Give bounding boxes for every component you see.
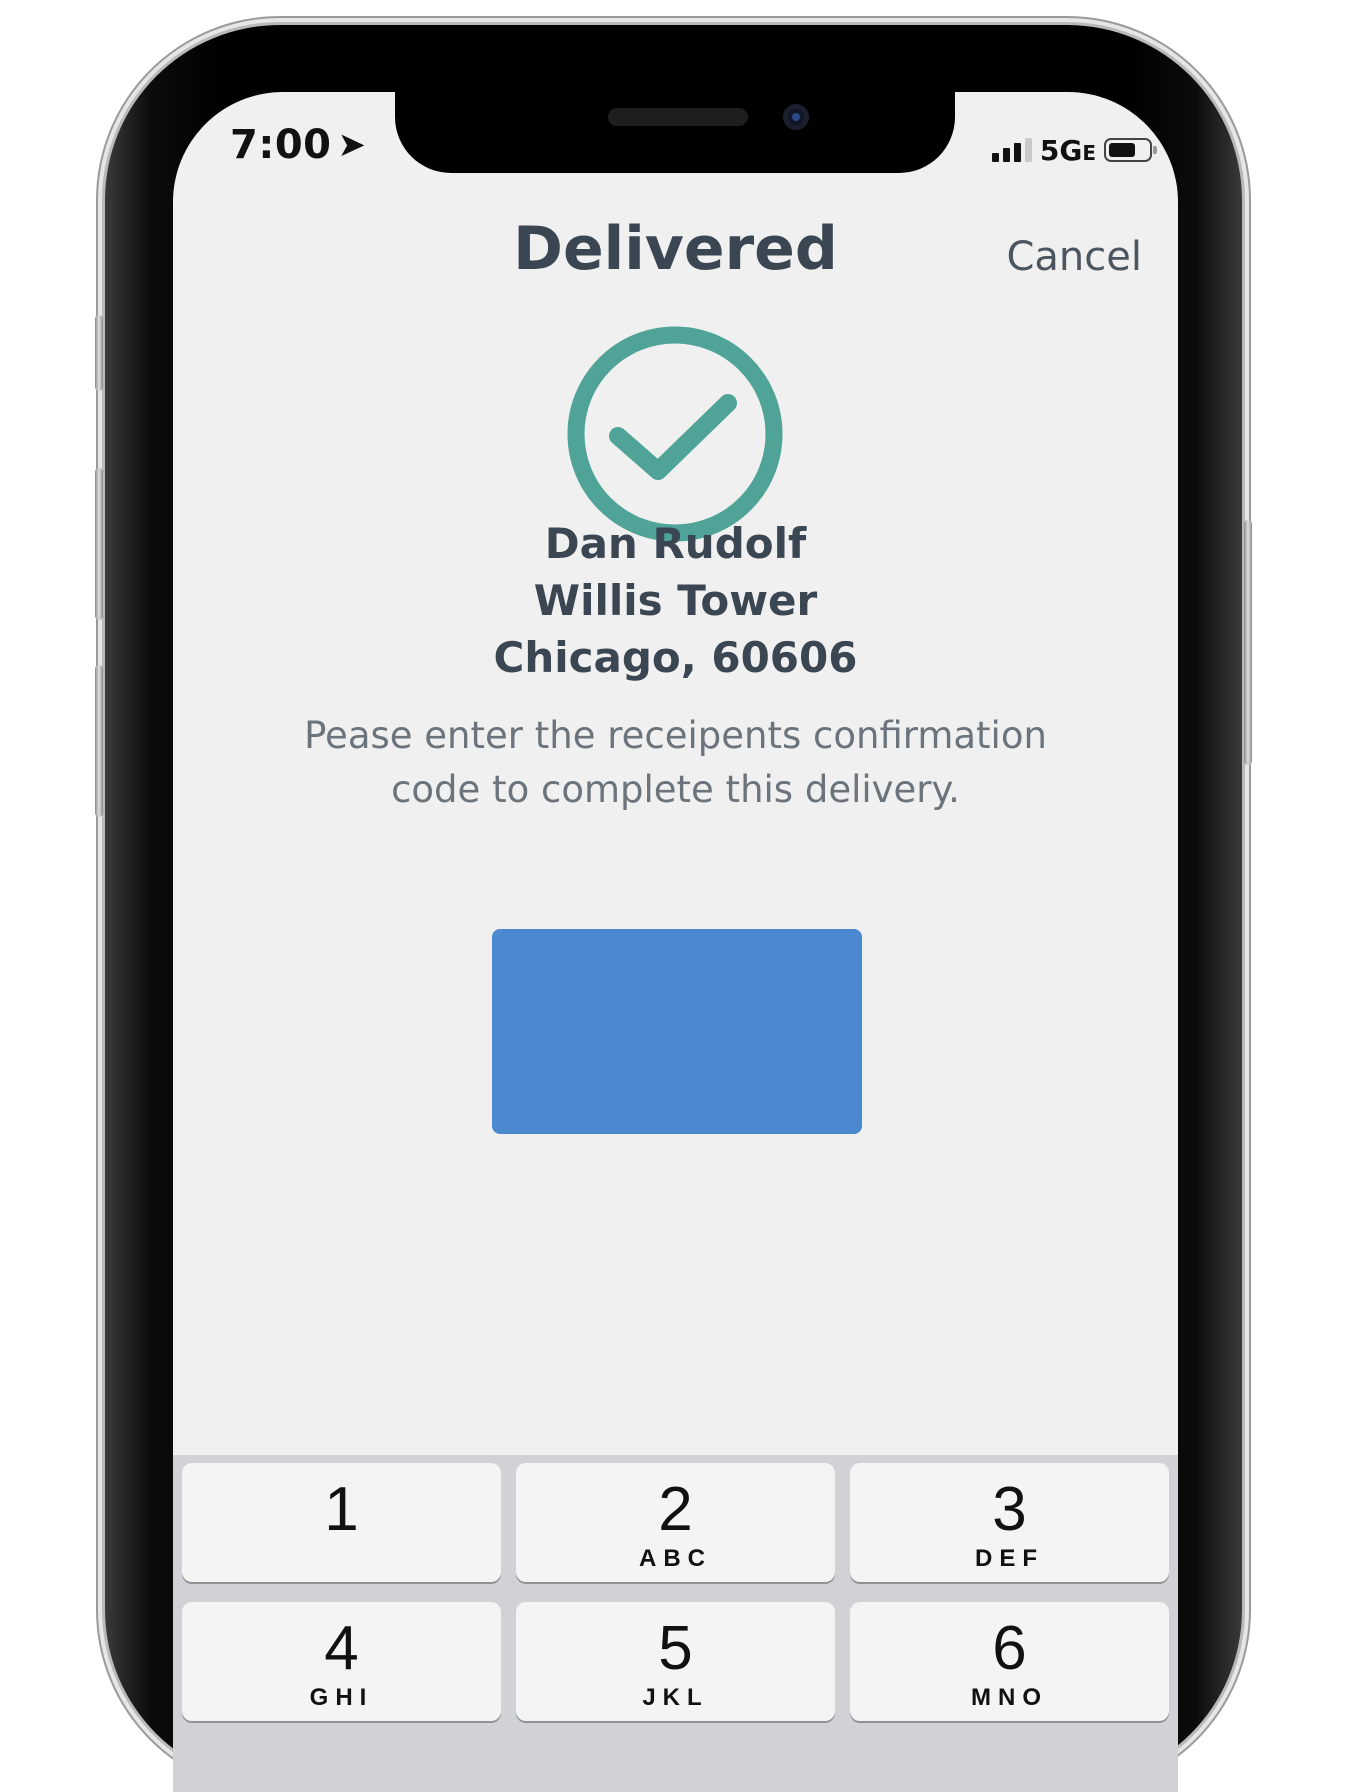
- volume-down-button: [95, 665, 103, 817]
- cancel-button[interactable]: Cancel: [1006, 234, 1142, 280]
- status-time: 7:00 ➤: [230, 122, 367, 168]
- check-circle-icon: [567, 326, 783, 542]
- instruction-line-2: code to complete this delivery.: [391, 768, 960, 811]
- keypad-key-5[interactable]: 5 JKL: [516, 1602, 835, 1721]
- confirmation-code-input[interactable]: [492, 929, 862, 1134]
- recipient-city-zip: Chicago, 60606: [493, 633, 858, 682]
- status-time-text: 7:00: [230, 122, 332, 168]
- front-camera: [783, 104, 809, 130]
- numeric-keypad: 1 2 ABC 3 DEF 4 GHI 5 JKL 6 MNO: [173, 1455, 1178, 1792]
- instruction-text: Pease enter the receipents confirmation …: [173, 709, 1178, 817]
- status-indicators: 5GE: [991, 130, 1157, 170]
- keypad-key-4[interactable]: 4 GHI: [182, 1602, 501, 1721]
- phone-screen: 7:00 ➤ 5GE Delivered Cancel Dan Rudolf Wi…: [173, 92, 1178, 1792]
- recipient-name: Dan Rudolf: [544, 519, 807, 568]
- notch: [395, 92, 955, 173]
- keypad-key-6[interactable]: 6 MNO: [850, 1602, 1169, 1721]
- recipient-building: Willis Tower: [533, 576, 818, 625]
- silent-switch: [95, 315, 103, 391]
- instruction-line-1: Pease enter the receipents confirmation: [304, 714, 1047, 757]
- location-arrow-icon: ➤: [337, 125, 367, 165]
- network-type: 5GE: [1040, 134, 1096, 167]
- keypad-key-3[interactable]: 3 DEF: [850, 1463, 1169, 1582]
- signal-strength-icon: [991, 138, 1032, 162]
- keypad-key-1[interactable]: 1: [182, 1463, 501, 1582]
- network-suffix: E: [1082, 140, 1096, 165]
- earpiece-speaker: [608, 108, 748, 126]
- volume-up-button: [95, 468, 103, 620]
- network-label: 5G: [1039, 133, 1083, 167]
- power-button: [1244, 520, 1252, 765]
- keypad-key-2[interactable]: 2 ABC: [516, 1463, 835, 1582]
- battery-icon: [1104, 138, 1157, 162]
